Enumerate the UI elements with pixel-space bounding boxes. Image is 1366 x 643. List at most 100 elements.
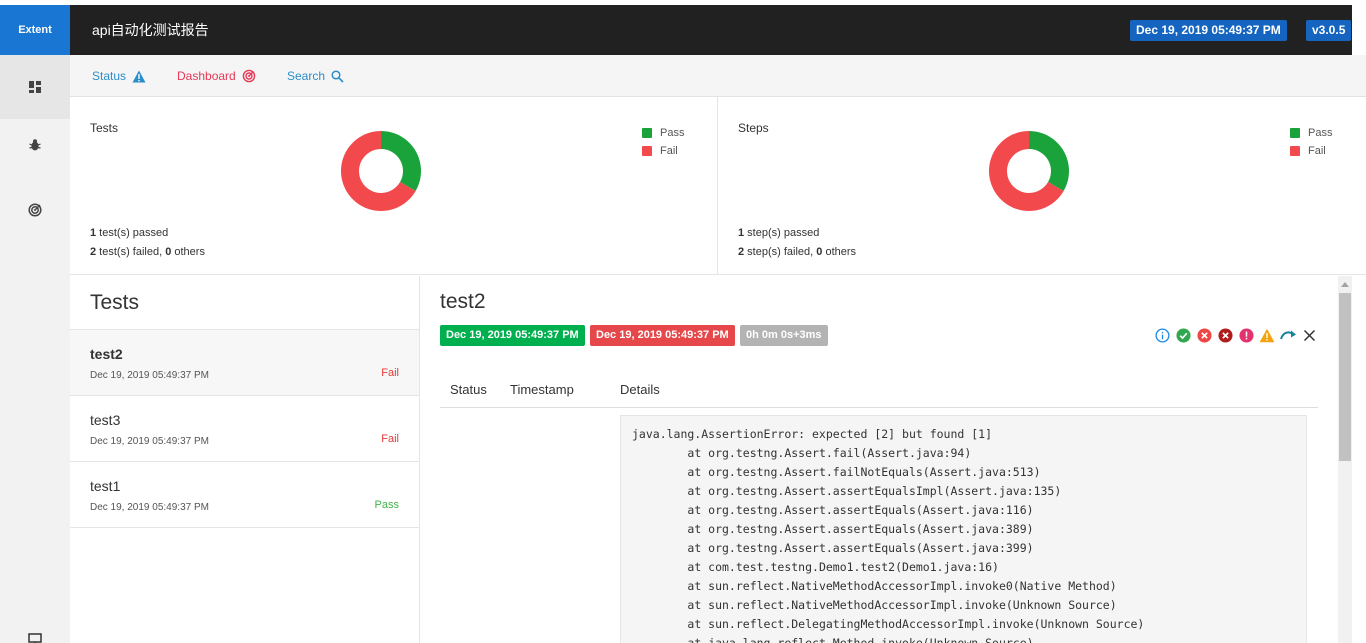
column-timestamp: Timestamp [510,382,574,397]
scroll-thumb[interactable] [1339,293,1351,461]
bug-icon [29,139,41,151]
chevron-up-icon [1341,281,1349,287]
duration-badge: 0h 0m 0s+3ms [740,325,828,346]
test-list-heading: Tests [70,276,419,330]
steps-legend: Pass Fail [1290,124,1332,160]
test-status: Pass [374,499,399,511]
steps-donut-chart [989,131,1069,211]
clear-filter[interactable] [1300,326,1318,344]
dashboard-icon [29,81,41,93]
column-status: Status [450,382,487,397]
info-icon [1154,327,1170,343]
nav-dashboard-link[interactable]: Dashboard [177,55,256,97]
nav-search-link[interactable]: Search [287,55,344,97]
monitor-icon [28,633,42,643]
test-list-item[interactable]: test1 Dec 19, 2019 05:49:37 PM Pass [70,462,419,528]
fail-swatch [1290,146,1300,156]
sidebar-item-environment[interactable] [0,607,70,643]
stack-trace-line: at sun.reflect.NativeMethodAccessorImpl.… [632,598,1117,612]
sidebar-item-categories[interactable] [0,178,70,242]
nav-status-link[interactable]: Status [92,55,146,97]
nav-status-label: Status [92,69,127,83]
sidebar-item-tests[interactable] [0,113,70,177]
tests-summary: 1 test(s) passed 2 test(s) failed, 0 oth… [90,224,205,262]
stack-trace-line: at org.testng.Assert.assertEqualsImpl(As… [632,484,1062,498]
legend-item-fail[interactable]: Fail [642,142,684,160]
tests-donut-chart [341,131,421,211]
test-name: test1 [90,478,121,494]
steps-panel: Steps Pass Fail 1 step(s) passed 2 step(… [718,97,1366,275]
target-icon [242,69,256,83]
stack-trace-line: at org.testng.Assert.fail(Assert.java:94… [632,446,972,460]
steps-others-text: others [822,246,857,258]
search-icon [331,69,344,83]
test-detail-pane: test2 Dec 19, 2019 05:49:37 PM Dec 19, 2… [420,276,1338,643]
filter-warning[interactable] [1258,326,1276,344]
scroll-up-button[interactable] [1338,276,1352,292]
test-status: Fail [381,367,399,379]
test-list-pane: Tests test2 Dec 19, 2019 05:49:37 PM Fai… [70,276,420,643]
stack-trace-line: at org.testng.Assert.assertEquals(Assert… [632,541,1034,555]
sidebar-item-dashboard[interactable] [0,55,70,119]
tests-others-text: others [171,246,205,258]
header-edge [1352,5,1366,55]
filter-info[interactable] [1153,326,1171,344]
fatal-icon [1217,327,1233,343]
tests-passed-text: test(s) passed [96,227,169,239]
legend-item-pass[interactable]: Pass [1290,124,1332,142]
tests-panel: Tests Pass Fail 1 test(s) passed 2 test(… [70,97,718,275]
filter-fail[interactable] [1195,326,1213,344]
steps-panel-title: Steps [738,121,769,135]
tests-failed-text: test(s) failed, [96,246,166,258]
test-name: test2 [90,346,123,362]
filter-error[interactable] [1237,326,1255,344]
filter-fatal[interactable] [1216,326,1234,344]
legend-pass-label: Pass [660,127,685,139]
legend-fail-label: Fail [660,145,678,157]
stack-trace-line: at org.testng.Assert.assertEquals(Assert… [632,522,1034,536]
test-list-item[interactable]: test3 Dec 19, 2019 05:49:37 PM Fail [70,396,419,462]
app-header: Extent api自动化测试报告 Dec 19, 2019 05:49:37 … [0,5,1352,55]
test-status: Fail [381,433,399,445]
tests-donut-pass-segment [381,131,421,191]
warning-icon [1259,328,1275,342]
brand-logo[interactable]: Extent [0,5,70,55]
legend-item-fail[interactable]: Fail [1290,142,1332,160]
legend-pass-label: Pass [1308,127,1333,139]
stack-trace-line: at sun.reflect.DelegatingMethodAccessorI… [632,617,1145,631]
status-filter-icons [1153,326,1321,344]
legend-item-pass[interactable]: Pass [642,124,684,142]
stack-trace-line: java.lang.AssertionError: expected [2] b… [632,427,993,441]
target-icon [28,203,42,217]
start-time-badge: Dec 19, 2019 05:49:37 PM [440,325,585,346]
version-badge: v3.0.5 [1306,20,1352,41]
dashboard-panels: Tests Pass Fail 1 test(s) passed 2 test(… [70,97,1366,275]
pass-icon [1175,327,1191,343]
test-time: Dec 19, 2019 05:49:37 PM [90,436,209,447]
stack-trace-line: at org.testng.Assert.failNotEquals(Asser… [632,465,1041,479]
view-switcher: Status Dashboard Search [70,55,1366,97]
fail-swatch [642,146,652,156]
test-name: test3 [90,412,121,428]
warning-icon [132,70,146,82]
stack-trace-line: at com.test.testng.Demo1.test2(Demo1.jav… [632,560,999,574]
nav-search-label: Search [287,69,326,83]
steps-donut-pass-segment [1029,131,1069,191]
pass-swatch [642,128,652,138]
steps-failed-text: step(s) failed, [744,246,817,258]
end-time-badge: Dec 19, 2019 05:49:37 PM [590,325,735,346]
test-list-item[interactable]: test2 Dec 19, 2019 05:49:37 PM Fail [70,330,419,396]
stack-trace-line: at sun.reflect.NativeMethodAccessorImpl.… [632,579,1117,593]
stack-trace-line: at org.testng.Assert.assertEquals(Assert… [632,503,1034,517]
log-table-header: Status Timestamp Details [440,372,1318,408]
report-title: api自动化测试报告 [92,22,209,38]
detail-scrollbar[interactable] [1338,276,1352,643]
error-icon [1238,327,1254,343]
clear-filter-icon [1303,329,1315,341]
nav-dashboard-label: Dashboard [177,69,236,83]
stack-trace: java.lang.AssertionError: expected [2] b… [620,415,1307,643]
steps-summary: 1 step(s) passed 2 step(s) failed, 0 oth… [738,224,856,262]
tests-panel-title: Tests [90,121,119,135]
filter-pass[interactable] [1174,326,1192,344]
filter-skip[interactable] [1279,326,1297,344]
